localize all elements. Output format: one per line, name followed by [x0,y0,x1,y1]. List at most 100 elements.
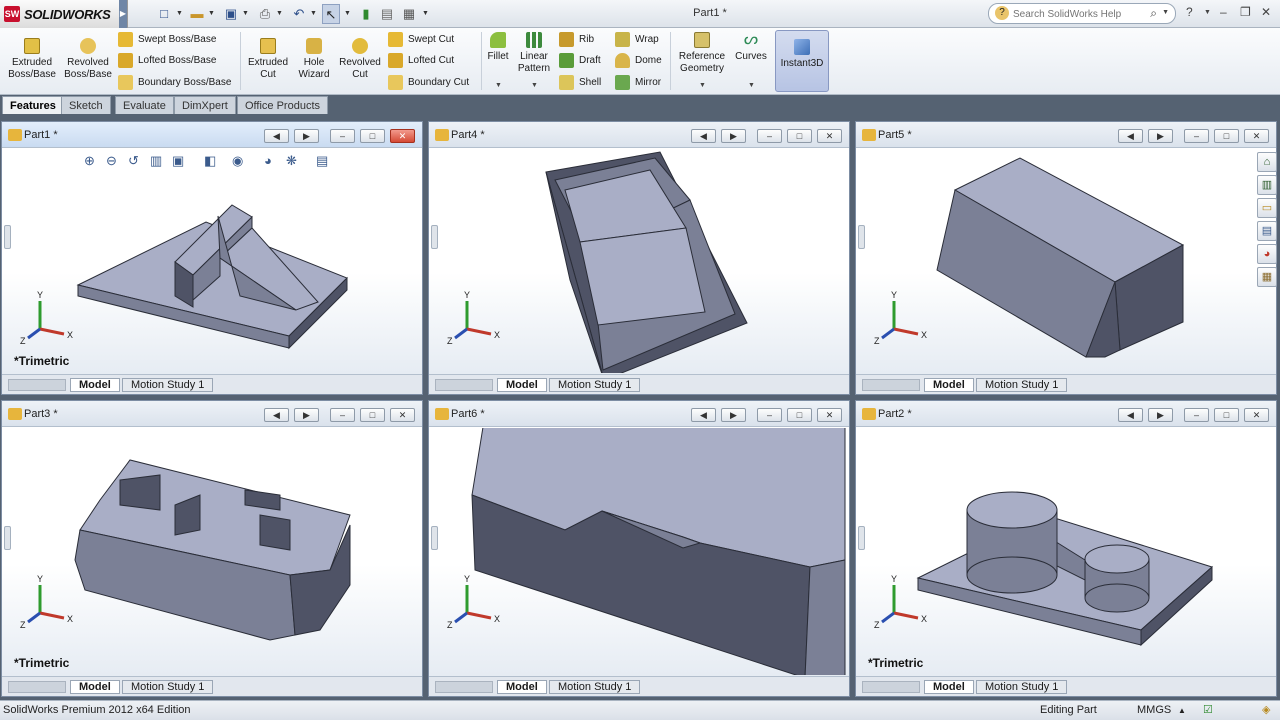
view-settings-icon[interactable]: ▤ [316,153,328,169]
file-explorer-icon[interactable]: ▭ [1257,198,1277,218]
next-view-icon[interactable]: ▶ [1148,408,1173,422]
viewport-part2[interactable]: Part2 * ◀ ▶ – □ ✕ Y X Z *Trimetric Model Motion Stu… [855,400,1277,697]
hide-show-items-icon[interactable]: ◉ [232,153,243,169]
next-view-icon[interactable]: ▶ [721,129,746,143]
maximize-icon[interactable]: □ [1214,129,1239,143]
viewport-part3[interactable]: Part3 * ◀ ▶ – □ ✕ Y X Z *Trimetric Model Motion Stu… [1,400,423,697]
feature-manager-flyout-handle[interactable] [431,526,438,550]
close-window-icon[interactable]: ✕ [1261,5,1271,19]
part-model[interactable]: Y X Z [856,428,1276,675]
tab-model[interactable]: Model [497,378,547,392]
minimize-icon[interactable]: – [757,408,782,422]
print-icon[interactable]: ⎙ [256,4,274,24]
tab-motion-study-1[interactable]: Motion Study 1 [549,680,641,694]
wrap-button[interactable]: Wrap [615,31,659,49]
next-view-icon[interactable]: ▶ [721,408,746,422]
graphics-area[interactable]: Y X Z [429,149,849,374]
close-icon[interactable]: ✕ [1244,129,1269,143]
revolved-cut-button[interactable]: Revolved Cut [336,38,384,81]
previous-view-icon[interactable]: ◀ [691,129,716,143]
minimize-window-icon[interactable]: – [1220,5,1227,19]
units-dropdown-icon[interactable]: ▲ [1178,701,1186,720]
view-palette-icon[interactable]: ▤ [1257,221,1277,241]
tab-scroll-buttons[interactable] [8,379,66,391]
rebuild-icon[interactable]: ▮ [357,4,375,24]
curves-button[interactable]: ᔕ Curves [732,32,770,63]
next-view-icon[interactable]: ▶ [294,408,319,422]
fillet-button[interactable]: Fillet [484,32,512,63]
extruded-cut-button[interactable]: Extruded Cut [244,38,292,81]
tab-motion-study-1[interactable]: Motion Study 1 [976,378,1068,392]
previous-view-icon[interactable]: ◀ [1118,129,1143,143]
swept-boss-button[interactable]: Swept Boss/Base [118,31,216,49]
previous-view-icon[interactable]: ◀ [1118,408,1143,422]
feature-manager-flyout-handle[interactable] [858,225,865,249]
part-model[interactable]: Y X Z [429,428,849,675]
undo-dropdown-icon[interactable]: ▼ [310,4,318,24]
view-orientation-icon[interactable]: ▣ [172,153,184,169]
dome-button[interactable]: Dome [615,52,662,70]
revolved-boss-button[interactable]: Revolved Boss/Base [62,38,114,81]
previous-view-icon[interactable]: ◀ [264,408,289,422]
rib-button[interactable]: Rib [559,31,594,49]
save-icon[interactable]: ▣ [222,4,240,24]
part-model[interactable]: Y X Z [2,428,422,675]
new-dropdown-icon[interactable]: ▼ [176,4,184,24]
tab-motion-study-1[interactable]: Motion Study 1 [549,378,641,392]
display-style-icon[interactable]: ◧ [204,153,216,169]
restore-window-icon[interactable]: ❐ [1240,5,1251,19]
feature-manager-flyout-handle[interactable] [4,225,11,249]
print-dropdown-icon[interactable]: ▼ [276,4,284,24]
custom-properties-icon[interactable]: ▦ [1257,267,1277,287]
previous-view-icon[interactable]: ◀ [691,408,716,422]
tab-scroll-buttons[interactable] [435,681,493,693]
units-selector[interactable]: MMGS [1137,701,1171,720]
feature-manager-flyout-handle[interactable] [4,526,11,550]
help-search-input[interactable] [1013,7,1153,21]
tooltip-toggle-icon[interactable]: ◈ [1262,701,1270,720]
minimize-icon[interactable]: – [1184,408,1209,422]
tab-motion-study-1[interactable]: Motion Study 1 [122,378,214,392]
mirror-button[interactable]: Mirror [615,74,661,92]
viewport-part1[interactable]: Part1 * ◀ ▶ – □ ✕ Y X Z *Trimetric ⊕ ⊖ ↺ ▥ ▣ ◧ ◉ ◕ ❋ ▤ Model… [1,121,423,395]
draft-button[interactable]: Draft [559,52,601,70]
viewport-part6[interactable]: Part6 * ◀ ▶ – □ ✕ Y X Z Model Motion Study 1 [428,400,850,697]
tab-model[interactable]: Model [497,680,547,694]
swept-cut-button[interactable]: Swept Cut [388,31,454,49]
reference-geometry-dropdown-icon[interactable]: ▼ [699,82,706,89]
options-icon[interactable]: ▦ [400,4,418,24]
menu-flyout-arrow-icon[interactable]: ▶ [119,0,127,28]
part-model[interactable]: Y X Z [429,149,849,373]
close-icon[interactable]: ✕ [390,408,415,422]
search-dropdown-icon[interactable]: ▼ [1162,9,1169,16]
previous-view-icon[interactable]: ◀ [264,129,289,143]
solidworks-menu-button[interactable]: SW SOLIDWORKS ▶ [0,0,128,28]
lofted-cut-button[interactable]: Lofted Cut [388,52,454,70]
zoom-to-fit-icon[interactable]: ⊕ [84,153,95,169]
help-icon[interactable]: ? [1186,5,1193,19]
next-view-icon[interactable]: ▶ [294,129,319,143]
resources-home-icon[interactable]: ⌂ [1257,152,1277,172]
close-icon[interactable]: ✕ [390,129,415,143]
boundary-boss-button[interactable]: Boundary Boss/Base [118,74,231,92]
tab-model[interactable]: Model [70,680,120,694]
tab-motion-study-1[interactable]: Motion Study 1 [122,680,214,694]
tab-evaluate[interactable]: Evaluate [115,96,174,114]
section-view-icon[interactable]: ▥ [150,153,162,169]
extruded-boss-button[interactable]: Extruded Boss/Base [6,38,58,81]
appearances-icon[interactable]: ◕ [1257,244,1277,264]
tab-office-products[interactable]: Office Products [237,96,328,114]
new-icon[interactable]: □ [155,4,173,24]
next-view-icon[interactable]: ▶ [1148,129,1173,143]
minimize-icon[interactable]: – [1184,129,1209,143]
tab-dimxpert[interactable]: DimXpert [174,96,236,114]
close-icon[interactable]: ✕ [1244,408,1269,422]
feature-manager-flyout-handle[interactable] [431,225,438,249]
linear-pattern-dropdown-icon[interactable]: ▼ [531,82,538,89]
maximize-icon[interactable]: □ [360,129,385,143]
close-icon[interactable]: ✕ [817,129,842,143]
feature-manager-flyout-handle[interactable] [858,526,865,550]
file-properties-icon[interactable]: ▤ [378,4,396,24]
close-icon[interactable]: ✕ [817,408,842,422]
boundary-cut-button[interactable]: Boundary Cut [388,74,469,92]
